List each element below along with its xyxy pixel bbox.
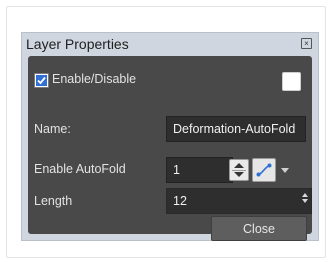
autofold-field[interactable]: 1 <box>166 157 233 183</box>
function-curve-button[interactable] <box>252 158 276 182</box>
length-label: Length <box>34 194 73 208</box>
enable-checkbox[interactable] <box>34 73 49 88</box>
enable-disable-label: Enable/Disable <box>52 72 137 86</box>
title-bar: Layer Properties × <box>22 33 318 55</box>
name-field[interactable]: Deformation-AutoFold <box>166 116 306 142</box>
color-swatch-icon[interactable] <box>282 72 301 91</box>
length-up-icon[interactable] <box>302 193 308 197</box>
stepper-divider <box>232 170 246 171</box>
checkbox-checked-icon <box>36 75 47 86</box>
layer-properties-window: Layer Properties × Enable/Disable Name: … <box>21 32 319 241</box>
close-icon[interactable]: × <box>301 38 312 49</box>
stepper-up-icon[interactable] <box>234 163 244 168</box>
close-button[interactable]: Close <box>211 216 307 241</box>
stepper-down-icon[interactable] <box>234 172 244 177</box>
length-field[interactable]: 12 <box>166 188 312 214</box>
name-label: Name: <box>34 122 71 136</box>
window-title: Layer Properties <box>26 36 129 52</box>
length-spinner[interactable] <box>301 193 309 205</box>
length-down-icon[interactable] <box>302 199 308 203</box>
function-curve-icon <box>256 163 272 177</box>
autofold-stepper[interactable] <box>229 159 249 181</box>
properties-panel: Enable/Disable Name: Deformation-AutoFol… <box>28 56 312 241</box>
chevron-down-icon[interactable] <box>281 168 289 173</box>
enable-autofold-label: Enable AutoFold <box>34 162 126 176</box>
